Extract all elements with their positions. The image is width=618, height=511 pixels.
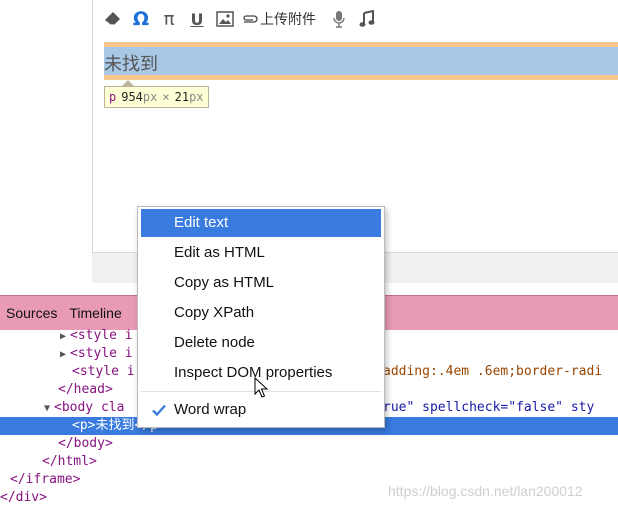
menu-item-word-wrap[interactable]: Word wrap [141,396,381,424]
tab-sources[interactable]: Sources [0,305,63,321]
dom-node-line[interactable]: </iframe> [10,471,80,489]
upload-attachment-label: 上传附件 [260,12,316,28]
expand-triangle-icon[interactable]: ▶ [60,346,70,364]
image-icon[interactable] [214,7,236,31]
underline-button[interactable]: U [186,7,208,31]
element-size-tooltip: p 954px × 21px [104,86,209,108]
dom-node-line[interactable]: ▶ <style i [60,345,133,363]
menu-item-edit-text[interactable]: Edit text [141,209,381,237]
watermark: https://blog.csdn.net/lan200012 [388,483,583,499]
menu-item-edit-as-html[interactable]: Edit as HTML [141,239,381,267]
music-icon[interactable] [356,7,378,31]
word-wrap-label: Word wrap [174,401,247,418]
menu-item-copy-as-html[interactable]: Copy as HTML [141,269,381,297]
dom-node-line[interactable]: ▼ <body cla [44,399,124,417]
menu-item-copy-xpath[interactable]: Copy XPath [141,299,381,327]
tooltip-times: × [162,90,170,104]
dom-node-line[interactable]: </head> [58,381,113,399]
microphone-icon[interactable] [328,7,350,31]
menu-item-delete-node[interactable]: Delete node [141,329,381,357]
eraser-icon[interactable] [102,7,124,31]
tooltip-width: 954 [121,90,143,104]
dom-node-line[interactable]: <style i [72,363,135,381]
tooltip-height: 21 [174,90,190,104]
expand-triangle-icon[interactable]: ▶ [60,328,70,346]
dom-node-line[interactable]: </body> [58,435,113,453]
dom-node-line[interactable]: </html> [42,453,97,471]
dom-node-line[interactable]: </div> [0,489,47,507]
dom-attr-overflow: rue" spellcheck="false" sty [383,400,595,415]
paragraph-content-highlight [104,47,618,75]
special-char-omega-button[interactable]: Ω [130,7,152,31]
formula-pi-button[interactable]: π [158,7,180,31]
upload-attachment-button[interactable]: 上传附件 [242,9,322,29]
checkmark-icon [152,404,166,417]
paperclip-icon [243,15,258,23]
padding-highlight-bottom [104,75,618,80]
editor-toolbar: Ω π U 上传附件 [93,0,618,38]
tooltip-tag: p [109,90,117,104]
dom-attr-overflow: adding:.4em .6em;border-radi [383,364,603,379]
mouse-pointer-icon [254,377,268,398]
tab-timeline[interactable]: Timeline [63,305,127,321]
paragraph-text[interactable]: 未找到 [104,50,158,76]
collapse-triangle-icon[interactable]: ▼ [44,400,54,418]
dom-node-line[interactable]: ▶ <style i [60,327,133,345]
